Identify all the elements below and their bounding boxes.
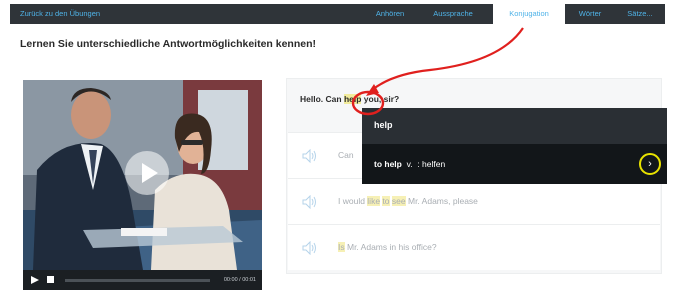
sentence-segment: Mr. Adams, please (405, 196, 478, 206)
sentence-row[interactable]: I would like to see Mr. Adams, please (288, 178, 660, 224)
video-player[interactable]: 00:00 / 00:01 (23, 80, 262, 290)
highlighted-word-help[interactable]: help (343, 94, 362, 104)
entry-detail-button[interactable]: › (639, 153, 661, 175)
tab-anhoeren[interactable]: Anhören (362, 4, 418, 24)
sentence-text: you, sir? (361, 94, 400, 104)
tab-woerter[interactable]: Wörter (566, 4, 614, 24)
tab-saetze[interactable]: Sätze... (616, 4, 664, 24)
video-progress-bar[interactable] (65, 279, 210, 282)
speaker-icon[interactable] (302, 149, 318, 163)
play-icon (31, 276, 39, 284)
top-nav-bar: Zurück zu den Übungen Anhören Aussprache… (10, 4, 665, 24)
highlighted-word[interactable]: see (391, 196, 406, 206)
video-timecode: 00:00 / 00:01 (223, 277, 256, 283)
play-overlay-button[interactable] (125, 151, 169, 195)
highlighted-word[interactable]: like (367, 196, 381, 206)
sentence-text: Can (338, 150, 354, 160)
sentence-text: Hello. Can (300, 94, 344, 104)
sentence-segment: Mr. Adams in his office? (344, 242, 437, 252)
entry-term: to help (374, 159, 402, 169)
chevron-right-icon: › (648, 158, 652, 170)
tab-aussprache[interactable]: Aussprache (418, 4, 488, 24)
video-controls: 00:00 / 00:01 (23, 270, 262, 290)
page-title: Lernen Sie unterschiedliche Antwortmögli… (20, 38, 316, 50)
popup-header: help (362, 108, 667, 144)
highlighted-word[interactable]: to (382, 196, 390, 206)
speaker-icon[interactable] (302, 195, 318, 209)
sentence-text: Is Mr. Adams in his office? (338, 242, 437, 252)
stop-icon (47, 276, 54, 283)
tab-konjugation[interactable]: Konjugation (493, 4, 565, 24)
sentence-segment: I would (338, 196, 368, 206)
stop-button[interactable] (47, 276, 54, 285)
sentence-text: I would like to see Mr. Adams, please (338, 196, 478, 206)
dictionary-popup: help to help v. : helfen › (362, 108, 667, 184)
highlighted-word[interactable]: Is (338, 242, 345, 252)
entry-translation: : helfen (417, 159, 446, 169)
back-to-exercises-link[interactable]: Zurück zu den Übungen (20, 9, 100, 18)
main-sentence: Hello. Can help you, sir? (300, 94, 399, 104)
play-button[interactable] (31, 276, 39, 286)
dictionary-entry[interactable]: to help v. : helfen (374, 159, 445, 169)
sentence-row[interactable]: Is Mr. Adams in his office? (288, 224, 660, 270)
speaker-icon[interactable] (302, 241, 318, 255)
play-icon (142, 163, 158, 183)
popup-word: help (374, 120, 393, 130)
entry-part-of-speech: v. (406, 159, 413, 169)
